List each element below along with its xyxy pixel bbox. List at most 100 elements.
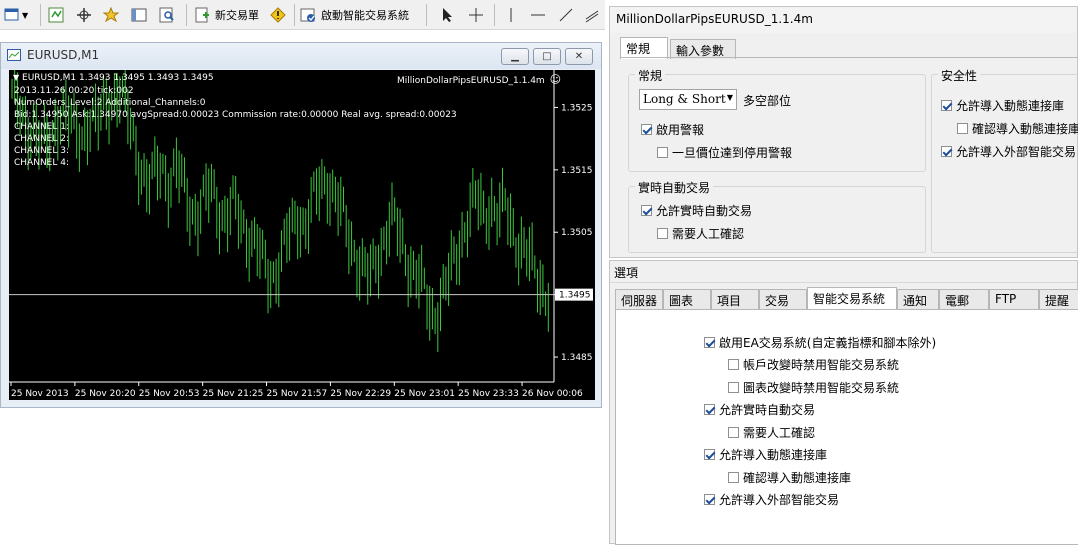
- new-order-icon: [194, 7, 210, 23]
- tab-charts[interactable]: 圖表: [663, 289, 711, 309]
- favorites-button[interactable]: [102, 4, 120, 26]
- info-line: CHANNEL 4:: [14, 158, 69, 168]
- checkbox-unchecked: [657, 147, 668, 158]
- checkbox-label: 啟用EA交易系統(自定義指標和腳本除外): [719, 336, 937, 350]
- tab-ftp[interactable]: FTP: [989, 289, 1039, 309]
- minimize-button[interactable]: ▁: [501, 48, 529, 65]
- ea-properties-dialog: MillionDollarPipsEURUSD_1.1.4m 常規 輸入參數 常…: [609, 6, 1078, 258]
- tab-expert-advisors[interactable]: 智能交易系統: [807, 287, 897, 309]
- crosshair-tool-button[interactable]: [468, 4, 484, 26]
- chart-menu-icon: ▼: [13, 73, 20, 82]
- enable-ea-checkbox[interactable]: 啟用EA交易系統(自定義指標和腳本除外): [704, 334, 936, 351]
- horizontal-line-button[interactable]: [530, 4, 546, 26]
- tab-objects[interactable]: 項目: [711, 289, 759, 309]
- smiley-icon: ☺: [549, 73, 562, 86]
- arrow-cursor-icon: [440, 7, 456, 23]
- confirm-dll-checkbox[interactable]: 確認導入動態連接庫: [957, 120, 1078, 137]
- group-live-title: 實時自動交易: [635, 179, 714, 196]
- tab-inputs[interactable]: 輸入參數: [670, 39, 736, 59]
- allow-dll-checkbox[interactable]: 允許導入動態連接庫: [704, 446, 827, 463]
- price-chart[interactable]: 1.3525 1.3515 1.3505 1.3495 1.3485 25 Nov 201…: [9, 70, 595, 400]
- checkbox-label: 允許實時自動交易: [656, 204, 753, 218]
- allow-dll-checkbox[interactable]: 允許導入動態連接庫: [941, 97, 1064, 114]
- cursor-tool-button[interactable]: [440, 4, 456, 26]
- group-safety: 安全性 允許導入動態連接庫 確認導入動態連接庫 允許導入外部智能交易: [931, 67, 1078, 253]
- close-icon: ✕: [574, 51, 584, 62]
- chart-header-text: EURUSD,M1 1.3493 1.3495 1.3493 1.3495: [22, 73, 214, 83]
- expert-label: MillionDollarPipsEURUSD_1.1.4m ☺: [397, 73, 561, 86]
- group-live-trading: 實時自動交易 允許實時自動交易 需要人工確認: [628, 179, 926, 253]
- checkbox-unchecked: [657, 228, 668, 239]
- allow-live-trading-checkbox[interactable]: 允許實時自動交易: [641, 202, 752, 219]
- allow-external-ea-checkbox[interactable]: 允許導入外部智能交易: [941, 143, 1076, 160]
- checkbox-checked: [641, 124, 652, 135]
- chart-header: ▼ EURUSD,M1 1.3493 1.3495 1.3493 1.3495: [13, 73, 214, 83]
- tab-server[interactable]: 伺服器: [615, 289, 663, 309]
- group-general: 常規 Long & Short ▼ 多空部位 啟用警報 一旦價位達到停用警報: [628, 67, 926, 172]
- tab-notifications[interactable]: 通知: [897, 289, 939, 309]
- allow-external-ea-checkbox[interactable]: 允許導入外部智能交易: [704, 491, 839, 508]
- checkbox-label: 允許導入動態連接庫: [719, 448, 828, 462]
- vertical-line-button[interactable]: [503, 4, 519, 26]
- minimize-icon: ▁: [511, 51, 519, 62]
- market-watch-button[interactable]: [48, 4, 64, 26]
- confirm-dll-checkbox[interactable]: 確認導入動態連接庫: [728, 469, 851, 486]
- info-line: 2013.11.26 00:20 tick:002: [14, 86, 134, 96]
- price-tick-label: 1.3505: [561, 228, 593, 238]
- tester-button[interactable]: [159, 4, 175, 26]
- chart-title-bar[interactable]: EURUSD,M1 ▁ □ ✕: [1, 43, 601, 69]
- checkbox-checked: [941, 100, 952, 111]
- checkbox-label: 需要人工確認: [743, 426, 816, 440]
- checkbox-checked: [704, 449, 715, 460]
- maximize-button[interactable]: □: [533, 48, 561, 65]
- allow-live-trading-checkbox[interactable]: 允許實時自動交易: [704, 401, 815, 418]
- new-order-button[interactable]: 新交易單: [194, 4, 259, 26]
- terminal-button[interactable]: [131, 4, 147, 26]
- new-order-label: 新交易單: [215, 9, 259, 22]
- checkbox-label: 允許實時自動交易: [719, 403, 816, 417]
- checkbox-unchecked: [728, 382, 739, 393]
- checkbox-label: 帳戶改變時禁用智能交易系統: [743, 358, 900, 372]
- options-tab-strip: 伺服器 圖表 項目 交易 智能交易系統 通知 電郵 FTP 提醒: [615, 287, 1078, 309]
- navigator-button[interactable]: [76, 4, 92, 26]
- expert-name: MillionDollarPipsEURUSD_1.1.4m: [397, 76, 545, 86]
- checkbox-unchecked: [957, 123, 968, 134]
- info-line: NumOrders_Level:2 Additional_Channels:0: [14, 98, 206, 108]
- tab-trade[interactable]: 交易: [759, 289, 807, 309]
- info-line: Bid:1.34950 Ask:1.34970 avgSpread:0.0002…: [14, 110, 457, 120]
- manual-confirm-checkbox[interactable]: 需要人工確認: [657, 225, 744, 242]
- channel-tool-button[interactable]: [584, 4, 600, 26]
- close-button[interactable]: ✕: [565, 48, 593, 65]
- position-select[interactable]: Long & Short ▼: [639, 89, 737, 110]
- tab-general[interactable]: 常規: [620, 37, 668, 59]
- tab-email[interactable]: 電郵: [939, 289, 989, 309]
- checkbox-label: 允許導入外部智能交易: [956, 145, 1077, 159]
- alert-button[interactable]: [270, 4, 286, 26]
- checkbox-label: 圖表改變時禁用智能交易系統: [743, 381, 900, 395]
- price-tick-label: 1.3485: [561, 353, 593, 363]
- maximize-icon: □: [542, 51, 552, 62]
- chevron-down-icon: ▼: [22, 10, 29, 20]
- checkbox-checked: [641, 205, 652, 216]
- disable-on-chart-change-checkbox[interactable]: 圖表改變時禁用智能交易系統: [728, 379, 899, 396]
- time-tick-label: 25 Nov 20:53: [139, 389, 200, 399]
- current-price-label: 1.3495: [559, 291, 591, 301]
- time-tick-label: 26 Nov 00:06: [522, 389, 583, 399]
- trendline-button[interactable]: [558, 4, 574, 26]
- chart-window-icon: [7, 49, 21, 61]
- checkbox-label: 啟用警報: [656, 123, 705, 137]
- checkbox-unchecked: [728, 427, 739, 438]
- tab-alerts[interactable]: 提醒: [1039, 289, 1078, 309]
- disable-alert-once-checkbox[interactable]: 一旦價位達到停用警報: [657, 144, 792, 161]
- vertical-line-icon: [503, 7, 519, 23]
- new-chart-button[interactable]: ▼: [4, 4, 28, 26]
- info-line: CHANNEL 1:: [14, 122, 69, 132]
- disable-on-account-change-checkbox[interactable]: 帳戶改變時禁用智能交易系統: [728, 356, 899, 373]
- market-watch-icon: [48, 7, 64, 23]
- time-tick-label: 25 Nov 23:33: [458, 389, 519, 399]
- manual-confirm-checkbox[interactable]: 需要人工確認: [728, 424, 815, 441]
- ea-tab-panel: 常規 Long & Short ▼ 多空部位 啟用警報 一旦價位達到停用警報 實…: [620, 57, 1078, 257]
- autotrading-button[interactable]: 啟動智能交易系統: [300, 4, 409, 26]
- checkbox-label: 允許導入外部智能交易: [719, 493, 840, 507]
- enable-alerts-checkbox[interactable]: 啟用警報: [641, 121, 704, 138]
